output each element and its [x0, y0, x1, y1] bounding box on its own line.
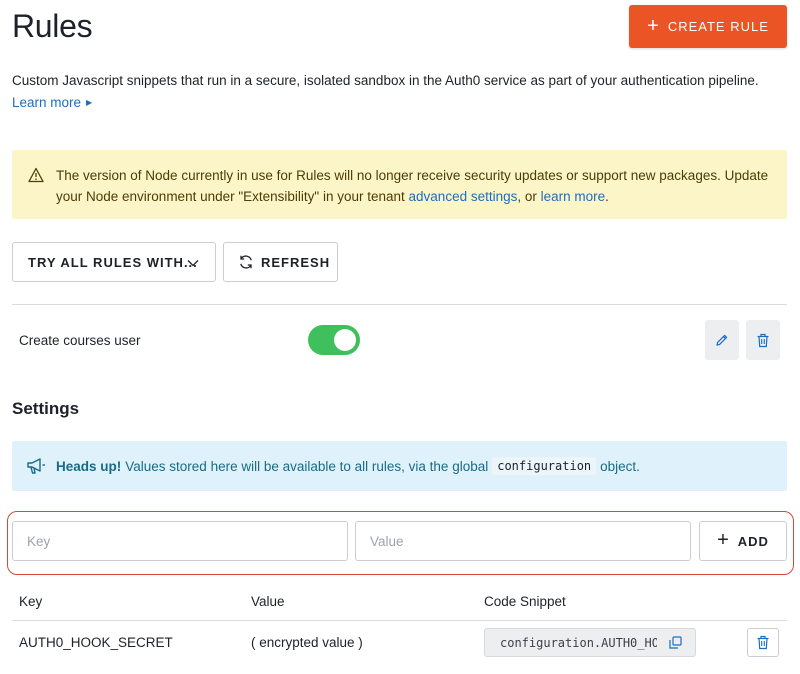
warning-learn-more-link[interactable]: learn more: [541, 189, 606, 204]
code-snippet-box: configuration.AUTH0_HOOK_SECRET: [484, 628, 696, 657]
page-title: Rules: [12, 8, 93, 44]
chevron-down-icon: [187, 260, 199, 267]
key-input[interactable]: [12, 521, 348, 561]
warning-text-end: .: [605, 189, 609, 204]
column-header-key: Key: [19, 594, 43, 609]
heads-up-label: Heads up!: [56, 458, 122, 474]
plus-icon: +: [717, 529, 730, 551]
trash-icon: [757, 333, 769, 347]
pencil-icon: [716, 334, 728, 346]
learn-more-label: Learn more: [12, 95, 82, 110]
setting-key: AUTH0_HOOK_SECRET: [19, 635, 173, 650]
configuration-code: configuration: [492, 457, 597, 475]
setting-value: ( encrypted value ): [251, 635, 363, 650]
refresh-label: REFRESH: [261, 254, 331, 270]
code-snippet-text: configuration.AUTH0_HOOK_SECRET: [500, 636, 657, 650]
create-rule-label: CREATE RULE: [667, 19, 769, 34]
learn-more-link[interactable]: Learn more ▶: [12, 95, 92, 110]
warning-triangle-icon: [28, 167, 44, 183]
megaphone-icon: [27, 458, 45, 474]
trash-icon: [757, 635, 769, 650]
table-divider: [12, 620, 787, 621]
toggle-knob: [334, 329, 356, 351]
refresh-icon: [240, 255, 252, 269]
info-text: Heads up! Values stored here will be ava…: [56, 457, 640, 475]
info-text-end: object.: [600, 458, 640, 474]
value-input[interactable]: [355, 521, 691, 561]
column-header-code-snippet: Code Snippet: [484, 594, 566, 609]
create-rule-button[interactable]: + CREATE RULE: [629, 5, 787, 48]
refresh-button[interactable]: REFRESH: [223, 242, 338, 282]
warning-text-middle: , or: [517, 189, 541, 204]
advanced-settings-link[interactable]: advanced settings: [409, 189, 518, 204]
column-header-value: Value: [251, 594, 285, 609]
page-description: Custom Javascript snippets that run in a…: [12, 73, 759, 88]
node-version-warning: The version of Node currently in use for…: [12, 150, 787, 219]
settings-heading: Settings: [12, 399, 80, 418]
divider: [12, 304, 787, 305]
delete-rule-button[interactable]: [746, 320, 780, 360]
edit-rule-button[interactable]: [705, 320, 739, 360]
settings-info-banner: Heads up! Values stored here will be ava…: [12, 441, 787, 491]
info-text-start: Values stored here will be available to …: [125, 458, 489, 474]
add-setting-button[interactable]: + ADD: [699, 521, 787, 561]
try-all-rules-dropdown[interactable]: TRY ALL RULES WITH...: [12, 242, 216, 282]
plus-icon: +: [647, 14, 660, 37]
copy-icon[interactable]: [669, 636, 682, 649]
rule-name: Create courses user: [19, 333, 141, 348]
caret-right-icon: ▶: [86, 98, 93, 107]
rule-enabled-toggle[interactable]: [308, 325, 360, 355]
warning-text: The version of Node currently in use for…: [56, 165, 776, 207]
delete-setting-button[interactable]: [747, 628, 779, 657]
try-all-rules-label: TRY ALL RULES WITH...: [28, 254, 198, 270]
add-label: ADD: [737, 533, 769, 549]
